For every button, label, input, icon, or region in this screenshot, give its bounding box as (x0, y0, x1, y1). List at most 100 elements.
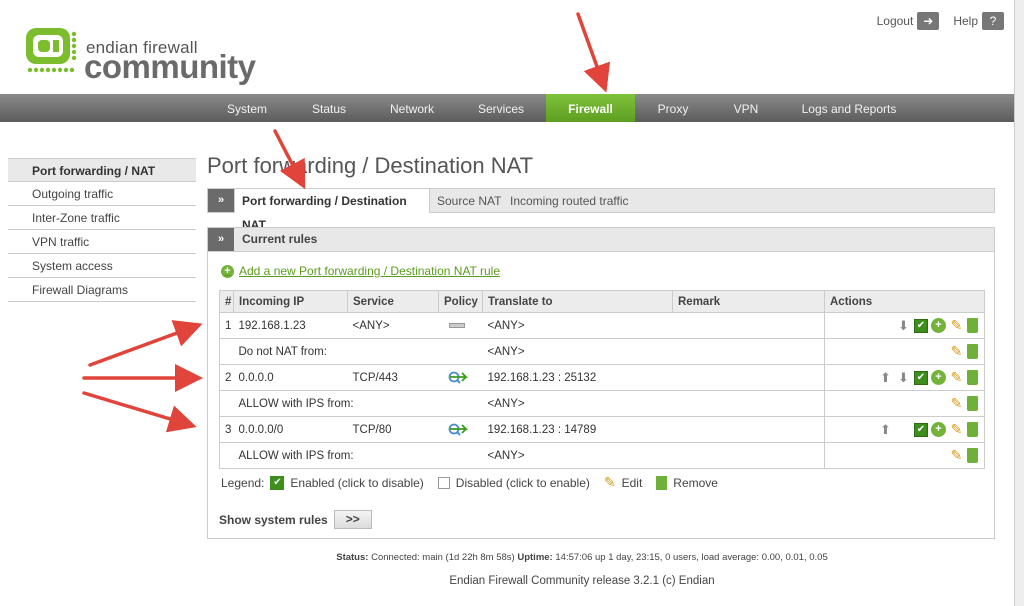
window-edge (1014, 0, 1024, 606)
logo-line-2: community (84, 48, 256, 85)
legend: Legend: ✔ Enabled (click to disable) Dis… (221, 474, 718, 491)
tab-source-nat[interactable]: Source NAT (437, 189, 501, 212)
rules-table: # Incoming IP Service Policy Translate t… (219, 290, 985, 469)
nav-item-logs-and-reports[interactable]: Logs and Reports (793, 94, 905, 122)
tab-incoming-routed-traffic[interactable]: Incoming routed traffic (510, 189, 629, 212)
table-sub-row: ALLOW with IPS from: <ANY> ✎ (219, 442, 985, 469)
legend-disabled-icon (437, 476, 450, 489)
nav-item-network[interactable]: Network (375, 94, 449, 122)
legend-enabled-icon: ✔ (270, 475, 285, 490)
move-up-icon[interactable]: ⬆ (878, 370, 893, 385)
sidebar-item-inter-zone-traffic[interactable]: Inter-Zone traffic (8, 206, 196, 230)
trash-icon[interactable] (967, 318, 978, 333)
help-icon: ? (982, 12, 1004, 30)
rule-translate-to: 192.168.1.23 : 14789 (482, 416, 673, 443)
legend-label: Legend: (221, 475, 265, 490)
move-down-icon[interactable]: ⬇ (896, 318, 911, 333)
tab-port-forwarding-destination-nat[interactable]: Port forwarding / Destination NAT (234, 189, 430, 232)
logout-link[interactable]: Logout ➜ (877, 12, 940, 30)
sub-rule-actions: ✎ (824, 338, 985, 365)
nav-item-proxy[interactable]: Proxy (645, 94, 701, 122)
page-title: Port forwarding / Destination NAT (207, 153, 534, 178)
sidebar-item-system-access[interactable]: System access (8, 254, 196, 278)
add-icon[interactable]: + (931, 318, 946, 333)
show-system-rules: Show system rules >> (219, 510, 372, 529)
sub-rule-label: Do not NAT from: (233, 338, 483, 365)
rule-number: 2 (219, 364, 234, 391)
rule-service: TCP/443 (347, 364, 439, 391)
add-icon: + (221, 264, 234, 278)
rule-translate-to: 192.168.1.23 : 25132 (482, 364, 673, 391)
panel-header: » Current rules (208, 228, 994, 252)
rule-incoming-ip: 0.0.0.0 (233, 364, 348, 391)
rule-policy (438, 312, 483, 339)
policy-none-icon (448, 322, 465, 328)
rule-incoming-ip: 192.168.1.23 (233, 312, 348, 339)
nav-item-status[interactable]: Status (296, 94, 362, 122)
current-rules-panel: » Current rules + Add a new Port forward… (207, 227, 995, 539)
sidebar-item-vpn-traffic[interactable]: VPN traffic (8, 230, 196, 254)
rule-policy (438, 416, 483, 443)
sub-rule-value: <ANY> (482, 442, 825, 469)
panel-toggle-button[interactable]: » (208, 228, 234, 251)
edit-pencil-icon[interactable]: ✎ (949, 370, 964, 385)
status-value: Connected: main (1d 22h 8m 58s) (371, 552, 515, 563)
sub-empty (219, 338, 234, 365)
endian-logo[interactable]: endian firewall community (24, 26, 256, 85)
add-icon[interactable]: + (931, 370, 946, 385)
enabled-check-icon[interactable]: ✔ (914, 370, 928, 385)
move-up-icon[interactable]: ⬆ (878, 422, 893, 437)
trash-icon[interactable] (967, 448, 978, 463)
nav-item-services[interactable]: Services (465, 94, 537, 122)
trash-icon[interactable] (967, 344, 978, 359)
col-header-incoming-ip: Incoming IP (233, 290, 348, 313)
edit-pencil-icon[interactable]: ✎ (949, 422, 964, 437)
ips-magnifier-icon (448, 423, 468, 436)
edit-pencil-icon[interactable]: ✎ (949, 396, 964, 411)
logout-label: Logout (876, 14, 914, 28)
sub-empty (219, 390, 234, 417)
sidebar-item-port-forwarding-nat[interactable]: Port forwarding / NAT (8, 158, 196, 182)
annotation-arrow (82, 391, 197, 433)
add-rule-link[interactable]: + Add a new Port forwarding / Destinatio… (221, 264, 500, 278)
rule-remark (672, 416, 825, 443)
trash-icon[interactable] (967, 396, 978, 411)
table-row: 1 192.168.1.23 <ANY> <ANY> ⬇ ✔ + ✎ (219, 312, 985, 339)
move-down-icon[interactable]: ⬇ (896, 370, 911, 385)
nav-item-vpn[interactable]: VPN (722, 94, 770, 122)
sub-rule-actions: ✎ (824, 390, 985, 417)
rule-actions: ⬇ ✔ + ✎ (824, 312, 985, 339)
rule-incoming-ip: 0.0.0.0/0 (233, 416, 348, 443)
col-header-number: # (219, 290, 234, 313)
rule-service: <ANY> (347, 312, 439, 339)
help-link[interactable]: Help ? (953, 12, 1004, 30)
nav-item-system[interactable]: System (207, 94, 287, 122)
add-icon[interactable]: + (931, 422, 946, 437)
trash-icon[interactable] (967, 370, 978, 385)
sidebar-item-outgoing-traffic[interactable]: Outgoing traffic (8, 182, 196, 206)
show-system-rules-button[interactable]: >> (333, 510, 372, 529)
enabled-check-icon[interactable]: ✔ (914, 422, 928, 437)
legend-trash-icon (656, 475, 668, 490)
table-row: 3 0.0.0.0/0 TCP/80 192.168.1.23 : 14789 (219, 416, 985, 443)
rule-remark (672, 364, 825, 391)
status-label: Status: (336, 552, 369, 563)
tab-bar: » Port forwarding / Destination NAT Sour… (207, 188, 995, 232)
add-rule-label: Add a new Port forwarding / Destination … (239, 264, 501, 278)
edit-pencil-icon[interactable]: ✎ (949, 318, 964, 333)
sidebar-item-firewall-diagrams[interactable]: Firewall Diagrams (8, 278, 196, 302)
release-info: Endian Firewall Community release 3.2.1 … (449, 575, 715, 587)
tab-toggle-button[interactable]: » (208, 189, 234, 212)
edit-pencil-icon[interactable]: ✎ (949, 344, 964, 359)
col-header-service: Service (347, 290, 439, 313)
show-system-rules-label: Show system rules (219, 512, 328, 527)
table-header-row: # Incoming IP Service Policy Translate t… (219, 290, 985, 313)
enabled-check-icon[interactable]: ✔ (914, 318, 928, 333)
edit-pencil-icon[interactable]: ✎ (949, 448, 964, 463)
legend-disabled-text: Disabled (click to enable) (455, 475, 590, 490)
uptime-value: 14:57:06 up 1 day, 23:15, 0 users, load … (555, 552, 828, 563)
nav-item-firewall[interactable]: Firewall (546, 94, 635, 122)
trash-icon[interactable] (967, 422, 978, 437)
legend-enabled-text: Enabled (click to disable) (290, 475, 424, 490)
rule-policy (438, 364, 483, 391)
